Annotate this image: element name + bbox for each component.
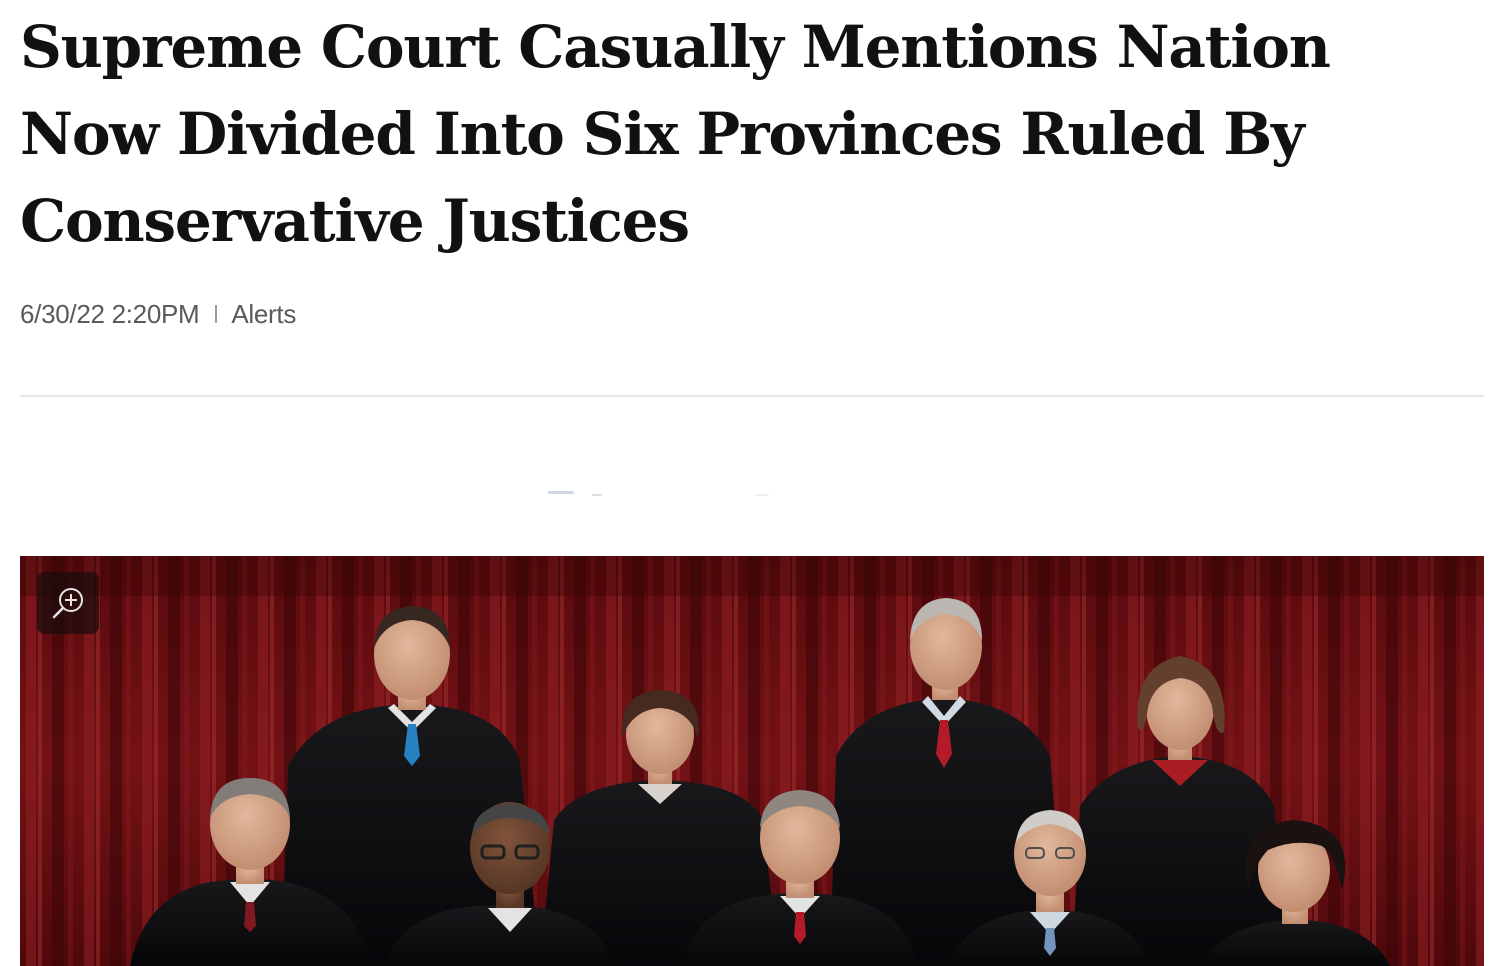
justices-group-photo [20, 556, 1484, 966]
headline-line-3: Conservative Justices [20, 187, 690, 255]
section-link[interactable]: Alerts [231, 299, 296, 330]
article: Supreme Court Casually Mentions Nation N… [20, 0, 1484, 966]
hero-photo[interactable] [20, 556, 1484, 966]
headline-line-2: Now Divided Into Six Provinces Ruled By [20, 100, 1305, 168]
headline: Supreme Court Casually Mentions Nation N… [20, 4, 1484, 265]
timestamp: 6/30/22 2:20PM [20, 298, 200, 329]
meta-separator [215, 305, 218, 323]
headline-line-1: Supreme Court Casually Mentions Nation [20, 13, 1331, 81]
zoom-button[interactable] [37, 572, 99, 634]
loading-artifact [592, 494, 602, 496]
divider [20, 395, 1484, 397]
zoom-in-icon [52, 588, 83, 619]
loading-artifact [548, 491, 574, 494]
article-meta: 6/30/22 2:20PM Alerts [20, 298, 296, 330]
loading-artifact [755, 494, 769, 496]
